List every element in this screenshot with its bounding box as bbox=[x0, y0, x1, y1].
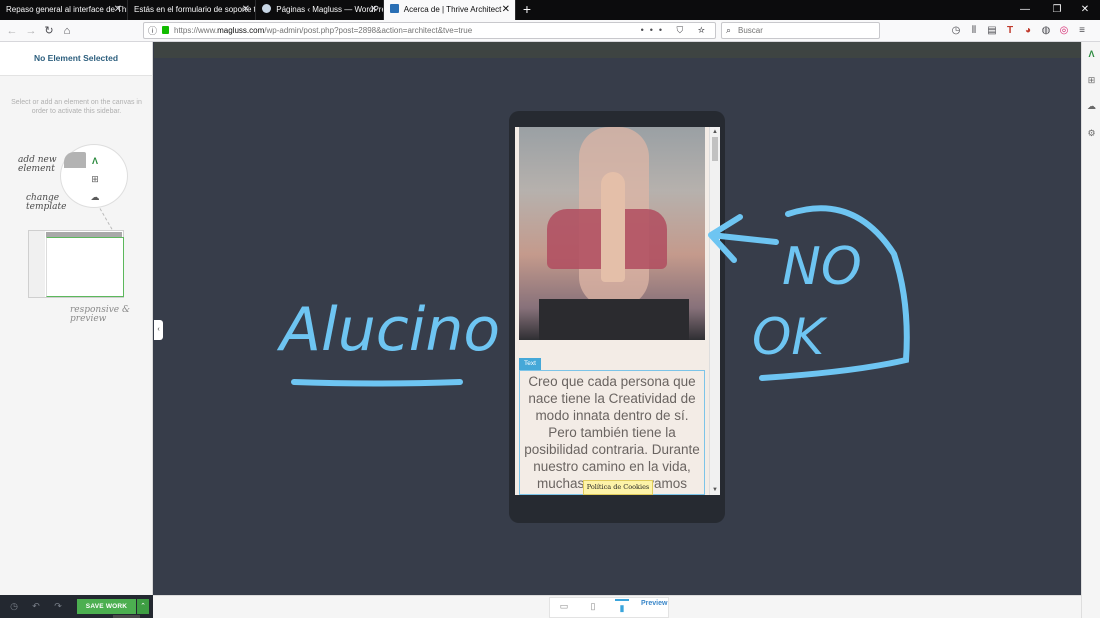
annotation-no: NO bbox=[782, 237, 862, 297]
restore-button[interactable]: ❐ bbox=[1042, 0, 1072, 20]
extension-globe-icon[interactable]: ◍ bbox=[1040, 23, 1052, 39]
close-icon[interactable]: ✕ bbox=[502, 0, 510, 20]
browser-tab-4-active[interactable]: Acerca de | Thrive Architect ✕ bbox=[384, 0, 516, 20]
extension-instagram-icon[interactable]: ◎ bbox=[1058, 23, 1070, 39]
hint-connector bbox=[99, 208, 113, 230]
history-icon[interactable]: ◷ bbox=[8, 600, 20, 612]
window-close-button[interactable]: ✕ bbox=[1070, 0, 1100, 20]
screen-root: Repaso general al interface de Thri ✕ Es… bbox=[0, 0, 1100, 618]
annotation-layer: Alucino NO OK bbox=[276, 205, 910, 387]
annotation-arrow-icon bbox=[708, 214, 779, 263]
browser-tab-4-label: Acerca de | Thrive Architect bbox=[403, 5, 502, 14]
template-preview-body bbox=[46, 237, 124, 297]
browser-tab-1[interactable]: Repaso general al interface de Thri ✕ bbox=[0, 0, 128, 20]
extension-t-icon[interactable]: T bbox=[1004, 23, 1016, 39]
add-element-icon: ⊞ bbox=[91, 174, 99, 184]
browser-tab-1-label: Repaso general al interface de Thri bbox=[6, 5, 128, 14]
url-bar[interactable]: ⓘ https://www.magluss.com/wp-admin/post.… bbox=[143, 22, 716, 39]
desktop-view-icon[interactable]: ▭ bbox=[557, 599, 571, 613]
template-preview bbox=[28, 230, 124, 298]
thrive-logo-icon: Λ bbox=[91, 156, 98, 166]
add-element-icon[interactable]: ⊞ bbox=[1085, 74, 1098, 87]
reload-icon[interactable]: ↻ bbox=[41, 23, 57, 39]
preview-button[interactable]: Preview bbox=[641, 600, 667, 607]
search-icon: ⌕ bbox=[726, 25, 732, 35]
cloud-template-icon[interactable]: ☁ bbox=[1085, 100, 1098, 113]
library-icon[interactable]: ⫴ bbox=[968, 23, 980, 39]
history-icon[interactable]: ◷ bbox=[950, 23, 962, 39]
wordpress-icon bbox=[262, 4, 271, 13]
undo-icon[interactable]: ↶ bbox=[30, 600, 42, 612]
tablet-view-icon[interactable]: ▯ bbox=[586, 599, 600, 613]
menu-icon[interactable]: ≡ bbox=[1076, 23, 1088, 39]
hint-add-element: add new element bbox=[18, 155, 57, 174]
lock-icon bbox=[162, 26, 169, 34]
forward-icon[interactable]: → bbox=[23, 23, 39, 39]
device-bar: ▭ ▯ ▮ Preview bbox=[153, 595, 1081, 618]
url-text: https://www.magluss.com/wp-admin/post.ph… bbox=[174, 23, 472, 38]
redo-icon[interactable]: ↷ bbox=[52, 600, 64, 612]
home-icon[interactable]: ⌂ bbox=[59, 23, 75, 39]
browser-tab-bar: Repaso general al interface de Thri ✕ Es… bbox=[0, 0, 1100, 20]
close-icon[interactable]: ✕ bbox=[114, 0, 122, 20]
editor-sidebar: No Element Selected Select or add an ele… bbox=[0, 42, 153, 595]
mobile-view-icon[interactable]: ▮ bbox=[615, 599, 629, 613]
url-path: /wp-admin/post.php?post=2898&action=arch… bbox=[264, 26, 473, 35]
annotation-alucino: Alucino bbox=[276, 295, 500, 365]
settings-icon[interactable]: ⚙ bbox=[1085, 127, 1098, 140]
browser-tab-2-label: Estás en el formulario de soporte té bbox=[134, 5, 256, 14]
search-input[interactable]: ⌕ Buscar bbox=[721, 22, 880, 39]
right-toolbar: Λ ⊞ ☁ ⚙ bbox=[1081, 42, 1100, 618]
minimize-button[interactable]: — bbox=[1010, 0, 1040, 20]
cloud-template-icon: ☁ bbox=[90, 192, 100, 202]
thrive-logo-icon[interactable]: Λ bbox=[1085, 48, 1098, 61]
sidebar-title: No Element Selected bbox=[0, 42, 152, 76]
browser-toolbar-icons: ◷ ⫴ ▤ T ◕ ◍ ◎ ≡ bbox=[950, 23, 1088, 39]
hint-responsive-preview: responsive & preview bbox=[70, 305, 131, 324]
new-tab-button[interactable]: + bbox=[516, 0, 538, 20]
tutorial-shape bbox=[64, 152, 86, 168]
url-prefix: https://www. bbox=[174, 26, 218, 35]
browser-tab-3[interactable]: Páginas ‹ Magluss — WordPre ✕ bbox=[256, 0, 384, 20]
back-icon[interactable]: ← bbox=[4, 23, 20, 39]
annotation-underline bbox=[291, 379, 463, 387]
url-domain: magluss.com bbox=[217, 26, 265, 35]
close-icon[interactable]: ✕ bbox=[370, 0, 378, 20]
save-work-button[interactable]: SAVE WORK bbox=[77, 599, 136, 614]
thrive-favicon-icon bbox=[390, 4, 399, 13]
search-placeholder: Buscar bbox=[738, 26, 763, 35]
browser-tab-3-label: Páginas ‹ Magluss — WordPre bbox=[276, 5, 384, 14]
browser-nav-bar: ← → ↻ ⌂ ⓘ https://www.magluss.com/wp-adm… bbox=[0, 20, 1100, 42]
save-options-chevron-icon[interactable]: ⌃ bbox=[137, 599, 149, 614]
extension-icon[interactable]: ◕ bbox=[1022, 23, 1034, 39]
sidebar-help-text: Select or add an element on the canvas i… bbox=[11, 99, 142, 115]
browser-tab-2[interactable]: Estás en el formulario de soporte té ✕ bbox=[128, 0, 256, 20]
page-actions-icon[interactable]: ••• ⛉ ☆ bbox=[641, 23, 711, 38]
info-icon[interactable]: ⓘ bbox=[148, 24, 157, 39]
close-icon[interactable]: ✕ bbox=[242, 0, 250, 20]
annotation-ok: OK bbox=[752, 308, 828, 366]
template-preview-sidebar bbox=[29, 231, 45, 297]
reader-icon[interactable]: ▤ bbox=[986, 23, 998, 39]
hint-change-template: change template bbox=[26, 193, 67, 212]
